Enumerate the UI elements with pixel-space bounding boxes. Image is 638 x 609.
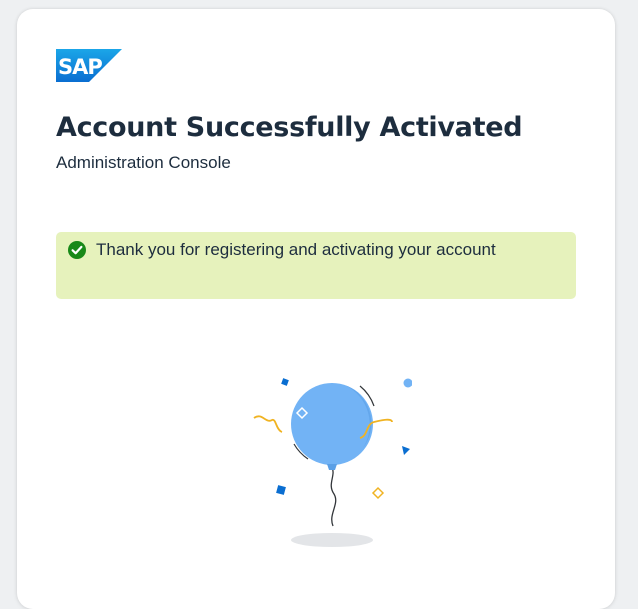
balloon-knot <box>327 464 337 470</box>
confetti-diamond <box>371 486 385 500</box>
sap-logo: SAP <box>56 49 122 82</box>
confetti-square <box>281 378 289 386</box>
confetti-square <box>276 485 286 495</box>
confetti-ribbon <box>253 415 283 433</box>
sap-logo-text: SAP <box>58 55 102 79</box>
page-title: Account Successfully Activated <box>56 112 523 143</box>
balloon-shadow <box>291 533 373 547</box>
confetti-triangle <box>402 446 410 455</box>
check-circle-icon <box>68 241 86 259</box>
confetti-dot <box>403 378 412 388</box>
activation-card: SAP Account Successfully Activated Admin… <box>17 9 615 609</box>
balloon-celebration-illustration <box>253 378 412 547</box>
page-subtitle: Administration Console <box>56 153 231 172</box>
balloon-string <box>330 466 337 527</box>
balloon <box>291 383 373 465</box>
success-message-text: Thank you for registering and activating… <box>96 240 496 259</box>
success-message-strip: Thank you for registering and activating… <box>56 232 576 299</box>
